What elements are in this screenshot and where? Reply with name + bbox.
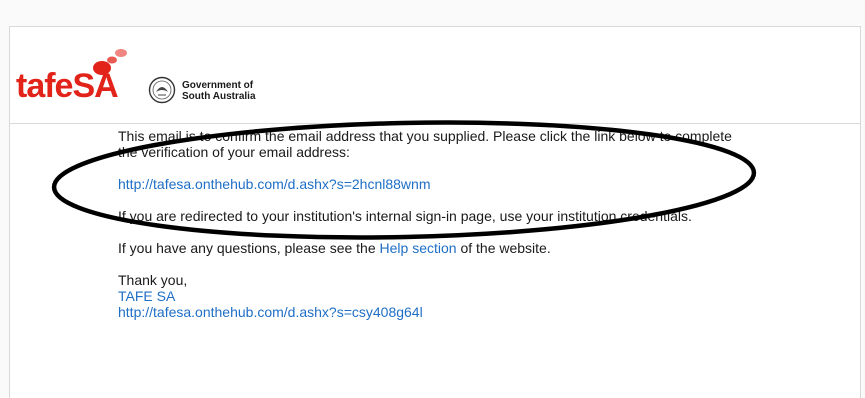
sign-off: Thank you, bbox=[118, 272, 188, 288]
confirmation-paragraph: This email is to confirm the email addre… bbox=[118, 128, 732, 160]
email-header: tafeSA Government of South Australia bbox=[10, 27, 860, 124]
tafesa-logo: tafeSA bbox=[16, 47, 146, 107]
verification-link[interactable]: http://tafesa.onthehub.com/d.ashx?s=2hcn… bbox=[118, 176, 430, 192]
help-section-link[interactable]: Help section bbox=[380, 240, 457, 256]
redirect-paragraph: If you are redirected to your institutio… bbox=[118, 208, 692, 224]
tafesa-wordmark: tafeSA bbox=[16, 67, 119, 105]
logo-group: tafeSA Government of South Australia bbox=[16, 47, 276, 107]
logo-sa-text: SA bbox=[72, 67, 118, 105]
questions-paragraph: If you have any questions, please see th… bbox=[118, 240, 738, 256]
signature-name-link[interactable]: TAFE SA bbox=[118, 288, 175, 304]
logo-tafe-text: tafe bbox=[16, 67, 73, 105]
gov-line-1: Government of bbox=[182, 80, 254, 91]
verification-link-paragraph: http://tafesa.onthehub.com/d.ashx?s=2hcn… bbox=[118, 176, 738, 192]
page: tafeSA Government of South Australia Thi… bbox=[0, 0, 865, 398]
email-message: This email is to confirm the email addre… bbox=[118, 128, 738, 320]
signature-url-link[interactable]: http://tafesa.onthehub.com/d.ashx?s=csy4… bbox=[118, 304, 423, 320]
questions-prefix: If you have any questions, please see th… bbox=[118, 240, 380, 256]
questions-suffix: of the website. bbox=[456, 240, 551, 256]
signature-block: Thank you, TAFE SA http://tafesa.onthehu… bbox=[118, 272, 738, 320]
government-text: Government of South Australia bbox=[182, 80, 256, 102]
sa-government-emblem-icon bbox=[148, 76, 176, 104]
government-logo: Government of South Australia bbox=[148, 76, 268, 106]
gov-line-2: South Australia bbox=[182, 91, 256, 102]
